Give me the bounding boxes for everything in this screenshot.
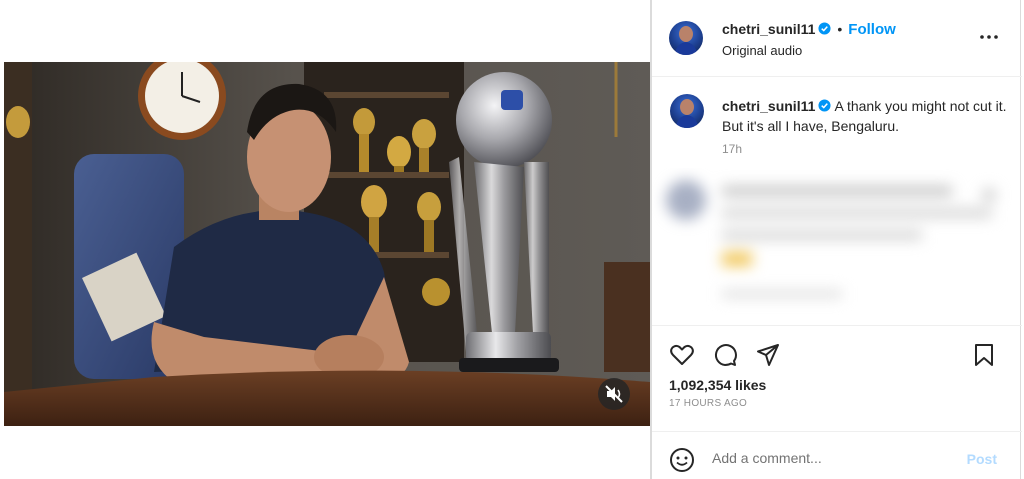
- emoji-icon[interactable]: [669, 447, 695, 473]
- verified-badge-icon: [818, 99, 831, 112]
- author-username[interactable]: chetri_sunil11: [722, 21, 815, 37]
- blurred-comment-content: [652, 168, 1022, 324]
- caption-body: chetri_sunil11 A thank you might not cut…: [722, 96, 1012, 136]
- post-actions: 1,092,354 likes 17 HOURS AGO: [652, 325, 1022, 430]
- original-audio-link[interactable]: Original audio: [722, 43, 802, 58]
- separator-dot: •: [837, 21, 843, 37]
- follow-button[interactable]: Follow: [848, 21, 896, 38]
- speaker-muted-icon: [605, 385, 623, 403]
- post-details-pane: chetri_sunil11 • Follow Original audio che…: [651, 0, 1022, 479]
- comment-input[interactable]: [712, 446, 952, 470]
- post-comment-button[interactable]: Post: [967, 451, 997, 467]
- media-pane: [0, 0, 651, 479]
- avatar-image: [674, 26, 698, 55]
- verified-badge-icon: [818, 22, 831, 35]
- caption-author-avatar[interactable]: [670, 94, 704, 128]
- post-header: chetri_sunil11 • Follow Original audio: [652, 0, 1022, 77]
- author-avatar[interactable]: [669, 21, 703, 55]
- caption-username[interactable]: chetri_sunil11: [722, 98, 815, 114]
- avatar-image: [675, 99, 699, 128]
- bookmark-icon[interactable]: [971, 342, 997, 368]
- more-options-icon[interactable]: [978, 30, 1000, 44]
- blurred-comments-area: [652, 168, 1022, 324]
- likes-count[interactable]: 1,092,354 likes: [669, 377, 766, 393]
- header-title-row: chetri_sunil11 • Follow: [722, 21, 896, 39]
- post-timestamp[interactable]: 17 HOURS AGO: [669, 398, 747, 409]
- video-frame-illustration: [4, 62, 650, 426]
- share-icon[interactable]: [755, 342, 781, 368]
- caption-timestamp[interactable]: 17h: [722, 142, 742, 156]
- instagram-post-window: chetri_sunil11 • Follow Original audio che…: [0, 0, 1024, 479]
- add-comment-bar: Post: [652, 431, 1022, 479]
- post-video[interactable]: [4, 62, 650, 426]
- mute-toggle-button[interactable]: [598, 378, 630, 410]
- heart-icon[interactable]: [669, 342, 695, 368]
- comment-icon[interactable]: [712, 342, 738, 368]
